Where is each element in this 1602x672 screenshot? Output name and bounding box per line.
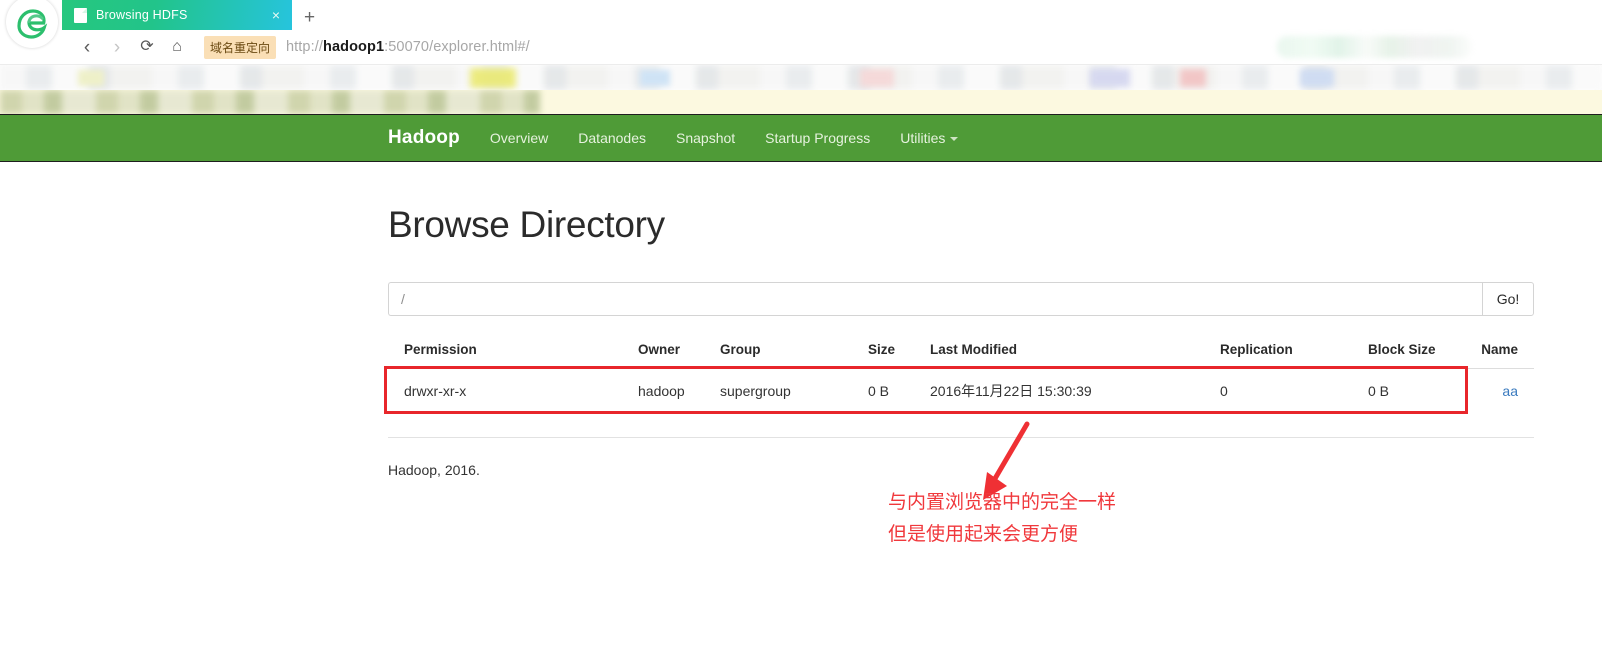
table-header: Permission Owner Group Size Last Modifie… (388, 342, 1534, 369)
go-button[interactable]: Go! (1482, 282, 1534, 316)
bookmark-blur-item (1300, 69, 1334, 87)
forward-icon[interactable]: › (102, 38, 132, 57)
browser-tab[interactable]: Browsing HDFS × (62, 0, 292, 30)
table-body: drwxr-xr-x hadoop supergroup 0 B 2016年11… (388, 368, 1534, 414)
cell-group: supergroup (720, 368, 868, 414)
col-group: Group (720, 342, 761, 357)
nav-link-utilities[interactable]: Utilities (900, 130, 959, 146)
col-block-size: Block Size (1368, 342, 1436, 357)
close-icon[interactable]: × (268, 8, 284, 22)
path-input[interactable] (388, 282, 1482, 316)
col-name: Name (1481, 342, 1518, 357)
directory-link-aa[interactable]: aa (1502, 383, 1518, 399)
page-title: Browse Directory (388, 204, 665, 245)
back-icon[interactable]: ‹ (72, 38, 102, 57)
cell-size: 0 B (868, 368, 930, 414)
blurred-notification-band (0, 90, 1602, 114)
annotation-line-1: 与内置浏览器中的完全一样 (888, 492, 1117, 513)
cell-last-modified: 2016年11月22日 15:30:39 (930, 368, 1220, 414)
path-search-row: Go! (388, 282, 1534, 316)
annotation-line-2: 但是使用起来会更方便 (888, 524, 1079, 545)
cell-permission: drwxr-xr-x (388, 368, 638, 414)
url-path: :50070/explorer.html#/ (384, 39, 530, 55)
url-scheme: http:// (286, 39, 323, 55)
cell-block-size: 0 B (1368, 368, 1478, 414)
page-icon (74, 7, 87, 23)
address-bar: ‹ › ⟳ ⌂ 域名重定向 http://hadoop1:50070/explo… (0, 30, 1602, 64)
main-content: Browse Directory Go! Permission Owner Gr… (0, 162, 1602, 478)
bookmark-blur-item (1090, 69, 1130, 87)
tab-strip: Browsing HDFS × + (0, 0, 1602, 48)
bookmark-blur-item (470, 68, 516, 88)
directory-table: Permission Owner Group Size Last Modifie… (388, 342, 1534, 414)
blurred-toolbar-region (1277, 36, 1472, 58)
cell-name: aa (1478, 368, 1534, 414)
bookmark-blur-item (640, 70, 670, 86)
col-size: Size (868, 342, 896, 357)
url-host: hadoop1 (323, 39, 385, 55)
edge-browser-logo-icon (17, 9, 48, 39)
bookmark-blur-item (1180, 69, 1206, 87)
nav-link-utilities-label: Utilities (900, 130, 946, 146)
nav-link-snapshot[interactable]: Snapshot (676, 130, 735, 146)
browser-window: Browsing HDFS × + ‹ › ⟳ ⌂ 域名重定向 http://h… (0, 0, 1602, 672)
bookmark-blur-item (860, 69, 894, 87)
hadoop-navbar: Hadoop Overview Datanodes Snapshot Start… (0, 114, 1602, 162)
col-permission: Permission (404, 342, 477, 357)
page-content: Hadoop Overview Datanodes Snapshot Start… (0, 114, 1602, 478)
col-last-modified: Last Modified (930, 342, 1017, 357)
col-replication: Replication (1220, 342, 1293, 357)
nav-link-overview[interactable]: Overview (490, 130, 548, 146)
directory-table-wrapper: Permission Owner Group Size Last Modifie… (384, 342, 1534, 414)
reload-icon[interactable]: ⟳ (132, 39, 162, 55)
chevron-down-icon (950, 137, 959, 142)
footer-text: Hadoop, 2016. (388, 462, 480, 478)
table-row[interactable]: drwxr-xr-x hadoop supergroup 0 B 2016年11… (388, 368, 1534, 414)
edge-browser-logo (6, 0, 62, 52)
annotation-text: 与内置浏览器中的完全一样 但是使用起来会更方便 (888, 487, 1116, 551)
new-tab-button[interactable]: + (304, 8, 315, 30)
redirect-badge: 域名重定向 (204, 35, 277, 59)
cell-replication: 0 (1220, 368, 1368, 414)
tab-title: Browsing HDFS (96, 8, 188, 22)
nav-link-startup-progress[interactable]: Startup Progress (765, 130, 870, 146)
hadoop-brand[interactable]: Hadoop (388, 127, 460, 149)
url-text[interactable]: http://hadoop1:50070/explorer.html#/ (286, 39, 530, 55)
bookmarks-bar (0, 64, 1602, 90)
home-icon[interactable]: ⌂ (162, 39, 192, 55)
bookmark-blur-item (78, 70, 104, 86)
col-owner: Owner (638, 342, 681, 357)
cell-owner: hadoop (638, 368, 720, 414)
nav-link-datanodes[interactable]: Datanodes (578, 130, 646, 146)
table-header-row: Permission Owner Group Size Last Modifie… (388, 342, 1534, 369)
footer-divider: Hadoop, 2016. (388, 437, 1534, 478)
